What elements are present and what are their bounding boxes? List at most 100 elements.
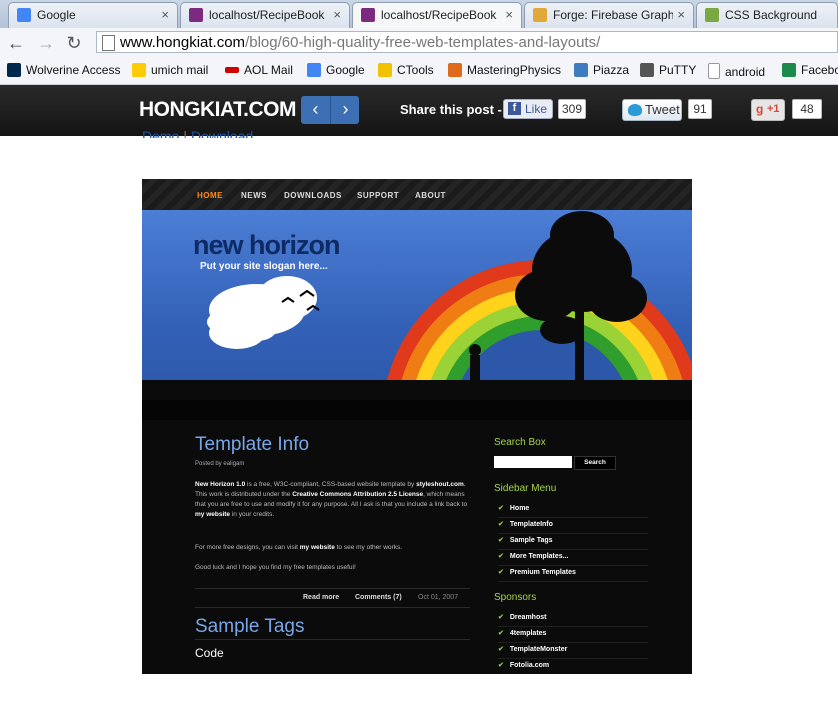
- preview-sponsor-item: ✔ 4templates: [498, 627, 648, 643]
- site-logo[interactable]: HONGKIAT.COM: [139, 98, 296, 122]
- preview-read-more: Read more: [303, 594, 340, 601]
- css-favicon-icon: [705, 8, 719, 22]
- forge-favicon-icon: [533, 8, 547, 22]
- menu-item-label: Sample Tags: [509, 537, 553, 544]
- aol-key-icon: [225, 67, 239, 73]
- site-header-bar: HONGKIAT.COM ‹ › Share this post - f Lik…: [0, 85, 838, 136]
- menu-item-label: More Templates...: [509, 553, 569, 560]
- wolverine-icon: [7, 63, 21, 77]
- template-preview-image: HOME NEWS DOWNLOADS SUPPORT ABOUT new ho…: [142, 179, 692, 674]
- demo-link[interactable]: Demo: [142, 128, 179, 138]
- tab-strip: Google × localhost/RecipeBook × localhos…: [0, 0, 838, 28]
- preview-nav-about: ABOUT: [415, 191, 446, 200]
- tab-recipebook-1[interactable]: localhost/RecipeBook ×: [180, 2, 350, 28]
- url-text: www.hongkiat.com/blog/60-high-quality-fr…: [120, 34, 600, 51]
- text: is a free, W3C-compliant, CSS-based webs…: [245, 481, 417, 488]
- bookmark-masteringphysics[interactable]: MasteringPhysics: [448, 63, 561, 77]
- share-label: Share this post -: [400, 102, 502, 117]
- tweet-label: Tweet: [645, 102, 680, 117]
- check-icon: ✔: [498, 537, 504, 544]
- umich-icon: [132, 63, 146, 77]
- forward-arrow-icon[interactable]: →: [35, 32, 57, 54]
- ctools-icon: [378, 63, 392, 77]
- reload-icon[interactable]: ↻: [63, 32, 85, 54]
- bookmark-piazza[interactable]: Piazza: [574, 63, 629, 77]
- tab-forge[interactable]: Forge: Firebase Graphi ×: [524, 2, 694, 28]
- preview-sponsors-heading: Sponsors: [494, 592, 537, 603]
- gplus-button[interactable]: g +1: [751, 99, 785, 121]
- preview-hero: new horizon Put your site slogan here...: [142, 210, 692, 400]
- bookmark-label: Wolverine Access: [26, 63, 121, 77]
- text: For more free designs, you can visit: [195, 544, 300, 551]
- tab-google[interactable]: Google ×: [8, 2, 178, 28]
- preview-comments: Comments (7): [355, 594, 402, 601]
- tab-recipebook-2[interactable]: localhost/RecipeBook ×: [352, 2, 522, 28]
- demo-download-links: Demo | Download: [142, 128, 253, 138]
- folder-page-icon: [708, 63, 720, 79]
- tab-title: localhost/RecipeBook: [209, 8, 325, 22]
- text: my website: [195, 511, 231, 518]
- text: New Horizon 1.0: [195, 481, 246, 488]
- bookmark-umich-mail[interactable]: umich mail: [132, 63, 208, 77]
- preview-post-paragraph-1: New Horizon 1.0 is a free, W3C-compliant…: [195, 480, 475, 520]
- google-icon: [307, 63, 321, 77]
- tab-css-background[interactable]: CSS Background: [696, 2, 838, 28]
- check-icon: ✔: [498, 614, 504, 621]
- close-icon[interactable]: ×: [161, 7, 169, 22]
- check-icon: ✔: [498, 505, 504, 512]
- bookmark-facebook[interactable]: Facebo: [782, 63, 838, 77]
- preview-nav-home: HOME: [197, 191, 223, 200]
- recipebook-favicon-icon: [361, 8, 375, 22]
- tweet-button[interactable]: Tweet: [622, 99, 682, 121]
- bookmark-label: AOL Mail: [244, 63, 293, 77]
- preview-nav-downloads: DOWNLOADS: [284, 191, 342, 200]
- bookmark-label: Facebo: [801, 63, 838, 77]
- preview-tags-title: Sample Tags: [195, 616, 305, 637]
- tweet-count: 91: [688, 99, 712, 119]
- bookmark-label: MasteringPhysics: [467, 63, 562, 77]
- close-icon[interactable]: ×: [677, 7, 685, 22]
- masteringphysics-icon: [448, 63, 462, 77]
- preview-sponsor-item: ✔ TemplateMonster: [498, 643, 648, 659]
- bookmark-wolverine-access[interactable]: Wolverine Access: [7, 63, 120, 77]
- url-path: /blog/60-high-quality-free-web-templates…: [245, 34, 601, 51]
- preview-ground: [142, 400, 692, 420]
- check-icon: ✔: [498, 553, 504, 560]
- address-bar[interactable]: www.hongkiat.com/blog/60-high-quality-fr…: [96, 31, 838, 53]
- back-arrow-icon[interactable]: ←: [5, 32, 27, 54]
- close-icon[interactable]: ×: [333, 7, 341, 22]
- bookmark-label: Google: [326, 63, 365, 77]
- preview-nav-news: NEWS: [241, 191, 267, 200]
- preview-nav-support: SUPPORT: [357, 191, 400, 200]
- piazza-icon: [574, 63, 588, 77]
- text: styleshout.com: [416, 481, 464, 488]
- menu-item-label: Premium Templates: [509, 569, 576, 576]
- next-post-button[interactable]: ›: [331, 99, 360, 120]
- preview-search-heading: Search Box: [494, 437, 546, 448]
- bookmark-putty[interactable]: PuTTY: [640, 63, 696, 77]
- preview-post-meta: Posted by ealigam: [195, 461, 245, 467]
- twitter-bird-icon: [628, 104, 642, 116]
- bookmark-label: PuTTY: [659, 63, 697, 77]
- bookmark-aol-mail[interactable]: AOL Mail: [225, 63, 293, 77]
- preview-post-paragraph-2: For more free designs, you can visit my …: [195, 543, 475, 553]
- bookmark-label: umich mail: [151, 63, 209, 77]
- prev-post-button[interactable]: ‹: [301, 99, 330, 120]
- preview-date: Oct 01, 2007: [418, 594, 459, 601]
- download-link[interactable]: Download: [191, 128, 253, 138]
- facebook-icon: f: [508, 102, 521, 115]
- preview-search-button: Search: [574, 456, 616, 470]
- browser-toolbar: ← → ↻ www.hongkiat.com/blog/60-high-qual…: [0, 28, 838, 59]
- facebook-like-button[interactable]: f Like: [503, 99, 553, 119]
- bookmark-google[interactable]: Google: [307, 63, 365, 77]
- sponsor-label: 4templates: [509, 630, 547, 637]
- divider: [195, 639, 470, 640]
- bookmark-label: CTools: [397, 63, 434, 77]
- bookmark-android[interactable]: android: [708, 63, 765, 79]
- close-icon[interactable]: ×: [505, 7, 513, 22]
- check-icon: ✔: [498, 646, 504, 653]
- link-separator: |: [183, 128, 187, 138]
- sponsor-label: Dreamhost: [509, 614, 547, 621]
- menu-item-label: TemplateInfo: [509, 521, 553, 528]
- bookmark-ctools[interactable]: CTools: [378, 63, 434, 77]
